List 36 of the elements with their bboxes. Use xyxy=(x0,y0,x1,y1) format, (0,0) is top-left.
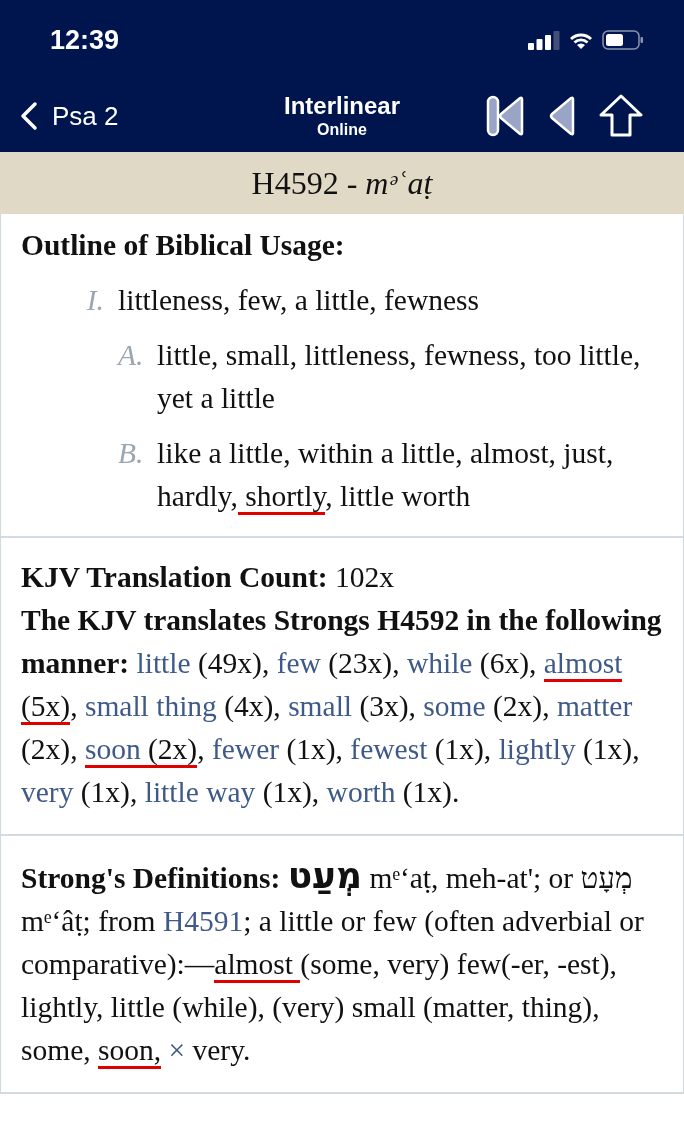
outline-text: like a little, within a little, almost, just, hardly, shortly, little worth xyxy=(157,432,643,518)
word-link[interactable]: worth xyxy=(326,776,396,808)
outline-numeral: B. xyxy=(118,436,143,471)
word-link[interactable]: soon xyxy=(84,733,141,768)
previous-icon[interactable] xyxy=(548,95,576,137)
back-button[interactable]: Psa 2 xyxy=(20,96,119,136)
outline-numeral: I. xyxy=(85,283,104,318)
outline-text: littleness, few, a little, fewness xyxy=(118,283,479,318)
skip-first-icon[interactable] xyxy=(486,95,526,137)
word-link[interactable]: few xyxy=(276,647,321,679)
word-link[interactable]: small xyxy=(288,690,353,722)
translation-count: KJV Translation Count: 102x xyxy=(21,560,395,595)
chevron-left-icon xyxy=(20,101,38,131)
nav-title: Interlinear xyxy=(283,92,400,120)
word-link[interactable]: lightly xyxy=(498,733,576,765)
word-link[interactable]: fewer xyxy=(211,733,280,765)
word-link[interactable]: very xyxy=(21,776,74,808)
word-link[interactable]: little xyxy=(136,647,191,679)
battery-icon xyxy=(602,30,644,50)
word-link[interactable]: matter xyxy=(556,690,633,722)
up-arrow-icon[interactable] xyxy=(598,94,644,138)
outline-heading: Outline of Biblical Usage: xyxy=(21,228,346,263)
word-link[interactable]: small thing xyxy=(84,690,217,722)
word-link[interactable]: some xyxy=(423,690,486,722)
entry-heading: H4592 - mᵊʿaṭ xyxy=(251,164,433,203)
word-link[interactable]: while xyxy=(406,647,473,679)
outline-text: little, small, littleness, fewness, too little, yet a little xyxy=(157,338,642,416)
word-link[interactable]: fewest xyxy=(350,733,428,765)
word-link[interactable]: H4591 xyxy=(162,905,244,937)
status-time: 12:39 xyxy=(50,23,120,57)
nav-subtitle: Online xyxy=(317,120,367,140)
word-link[interactable]: almost xyxy=(543,647,623,682)
word-link[interactable]: little way xyxy=(144,776,256,808)
translation-list: The KJV translates Strongs H4592 in the following manner: little (49x), few (23x), while (6x), almost (5x), small thing (4x), small (3x), some (2x), matter (2x), soon (2x), fewer (1x), fewest (1x), lightly (1x), very (1x), little way (1x), worth (1x). xyxy=(21,599,663,814)
outline-numeral: A. xyxy=(118,338,143,373)
signal-icon xyxy=(528,30,560,50)
